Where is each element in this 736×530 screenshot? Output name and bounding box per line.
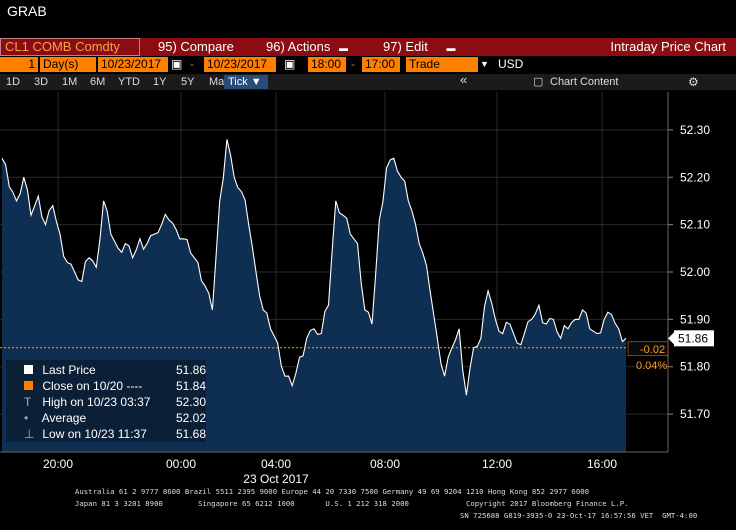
legend-label: Close on 10/20 ---- bbox=[42, 379, 143, 393]
legend-high[interactable]: T High on 10/23 03:37 52.30 bbox=[24, 395, 206, 409]
range-button-3d[interactable]: 3D bbox=[34, 75, 48, 89]
start-calendar-icon[interactable]: ▣ bbox=[171, 57, 182, 72]
legend-label: Low on 10/23 11:37 bbox=[42, 427, 147, 441]
last-price-label: 51.86 bbox=[678, 331, 708, 345]
legend-value: 52.30 bbox=[176, 395, 207, 409]
legend-label: High on 10/23 03:37 bbox=[42, 395, 151, 409]
days-field[interactable]: 1 bbox=[0, 57, 38, 72]
range-toolbar: 1D 3D 1M 6M YTD 1Y 5Y Max Tick ▼ « ▢ Chart Cont… bbox=[0, 73, 736, 90]
actions-menu[interactable]: 96) Actions ▬ bbox=[266, 39, 348, 55]
x-date-label: 23 Oct 2017 bbox=[243, 472, 309, 486]
range-button-ytd[interactable]: YTD bbox=[118, 75, 140, 89]
chart-title: Intraday Price Chart bbox=[610, 39, 726, 54]
end-time-field[interactable]: 17:00 bbox=[362, 57, 400, 72]
legend-low[interactable]: ⊥ Low on 10/23 11:37 51.68 bbox=[24, 427, 206, 441]
y-tick-label: 52.10 bbox=[680, 218, 710, 232]
legend-label: Last Price bbox=[42, 363, 96, 377]
prev-close-swatch bbox=[24, 381, 33, 390]
start-time-field[interactable]: 18:00 bbox=[308, 57, 346, 72]
y-tick-label: 52.20 bbox=[680, 170, 710, 184]
date-controls: 1 Day(s) 10/23/2017 ▣ - 10/23/2017 ▣ 18:… bbox=[0, 57, 736, 73]
x-tick-label: 20:00 bbox=[42, 457, 74, 471]
last-price-pointer bbox=[668, 332, 674, 345]
edit-dropdown-icon: ▬ bbox=[431, 43, 456, 53]
window-title: GRAB bbox=[7, 3, 47, 19]
range-button-1m[interactable]: 1M bbox=[62, 75, 77, 89]
change-percent: 0.04% bbox=[636, 360, 667, 372]
actions-label: 96) Actions bbox=[266, 39, 331, 54]
low-marker-icon: ⊥ bbox=[24, 427, 35, 441]
footer: Australia 61 2 9777 8600 Brazil 5511 239… bbox=[0, 484, 736, 530]
edit-menu[interactable]: 97) Edit ▬ bbox=[383, 39, 455, 55]
change-value: -0.02 bbox=[640, 344, 665, 356]
start-date-field[interactable]: 10/23/2017 bbox=[98, 57, 168, 72]
settings-gear-icon[interactable]: ⚙ bbox=[688, 75, 699, 89]
end-calendar-icon[interactable]: ▣ bbox=[284, 57, 295, 72]
x-tick-label: 08:00 bbox=[369, 457, 401, 471]
range-button-1y[interactable]: 1Y bbox=[153, 75, 166, 89]
mode-dropdown-icon[interactable]: ▼ bbox=[480, 57, 489, 72]
legend-value: 52.02 bbox=[176, 411, 207, 425]
mode-select[interactable]: Trade bbox=[406, 57, 478, 72]
edit-label: 97) Edit bbox=[383, 39, 428, 54]
chart-content-button[interactable]: Chart Content bbox=[550, 75, 618, 89]
end-date-field[interactable]: 10/23/2017 bbox=[204, 57, 276, 72]
high-marker-icon: T bbox=[24, 395, 32, 409]
compare-menu[interactable]: 95) Compare bbox=[158, 39, 234, 55]
currency-label[interactable]: USD bbox=[498, 57, 523, 72]
range-button-1d[interactable]: 1D bbox=[6, 75, 20, 89]
footer-contacts: Australia 61 2 9777 8600 Brazil 5511 239… bbox=[75, 487, 589, 496]
legend-last-price[interactable]: Last Price 51.86 bbox=[24, 363, 206, 377]
range-button-5y[interactable]: 5Y bbox=[181, 75, 194, 89]
tick-button[interactable]: Tick ▼ bbox=[224, 75, 268, 89]
y-tick-label: 51.70 bbox=[680, 407, 710, 421]
date-separator: - bbox=[190, 57, 194, 71]
y-tick-label: 52.30 bbox=[680, 123, 710, 137]
footer-serial: SN 725688 G819-3935-0 23-Oct-17 16:57:56… bbox=[460, 511, 698, 520]
legend-label: Average bbox=[41, 411, 87, 425]
window-title-bar: GRAB bbox=[0, 0, 736, 24]
days-label[interactable]: Day(s) bbox=[40, 57, 96, 72]
x-tick-label: 16:00 bbox=[586, 457, 618, 471]
x-tick-label: 04:00 bbox=[260, 457, 292, 471]
x-tick-label: 00:00 bbox=[165, 457, 197, 471]
legend-box: Last Price 51.86 Close on 10/20 ---- 51.… bbox=[6, 360, 206, 442]
x-tick-label: 12:00 bbox=[481, 457, 513, 471]
chart-content-icon[interactable]: ▢ bbox=[533, 75, 543, 89]
legend-average[interactable]: • Average 52.02 bbox=[24, 411, 206, 425]
y-tick-label: 52.00 bbox=[680, 265, 710, 279]
range-button-6m[interactable]: 6M bbox=[90, 75, 105, 89]
actions-dropdown-icon: ▬ bbox=[333, 43, 348, 53]
average-marker-icon: • bbox=[24, 411, 29, 425]
y-tick-label: 51.80 bbox=[680, 360, 710, 374]
legend-value: 51.84 bbox=[176, 379, 207, 393]
legend-value: 51.86 bbox=[176, 363, 207, 377]
legend-value: 51.68 bbox=[176, 427, 207, 441]
time-separator: - bbox=[351, 57, 355, 71]
y-tick-label: 51.90 bbox=[680, 312, 710, 326]
collapse-icon[interactable]: « bbox=[460, 73, 467, 87]
security-ticker-field[interactable]: CL1 COMB Comdty bbox=[0, 38, 140, 56]
last-price-swatch bbox=[24, 365, 33, 374]
legend-prev-close[interactable]: Close on 10/20 ---- 51.84 bbox=[24, 379, 206, 393]
footer-contacts-2: Japan 81 3 3201 8900 Singapore 65 6212 1… bbox=[75, 499, 629, 508]
